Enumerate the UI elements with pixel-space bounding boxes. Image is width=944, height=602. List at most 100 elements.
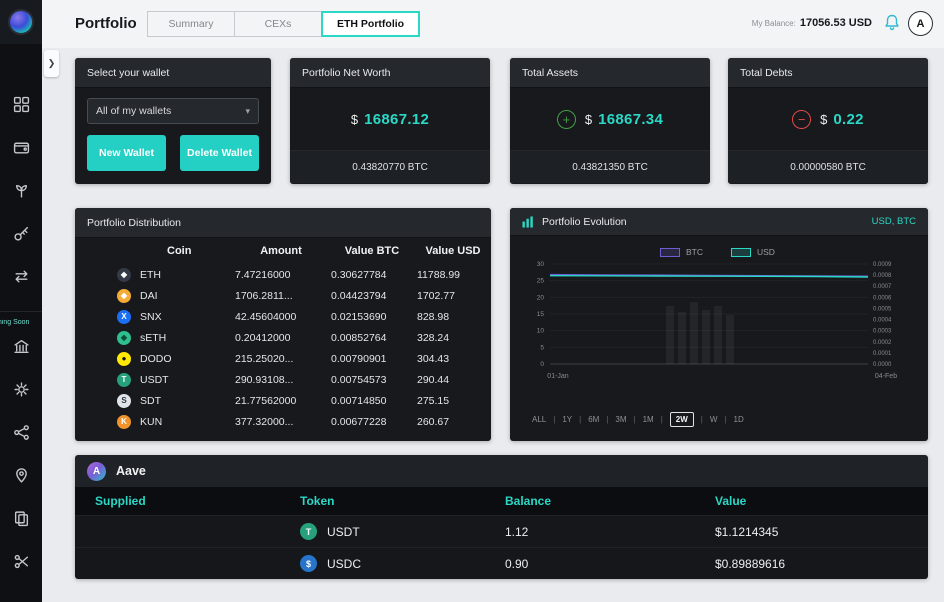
- coin-cell: K KUN: [75, 414, 233, 429]
- swap-icon[interactable]: [13, 268, 30, 285]
- key-icon[interactable]: [13, 225, 30, 242]
- range-separator: |: [660, 415, 663, 424]
- coin-value-usd: 290.44: [417, 373, 450, 386]
- chevron-right-icon: ❯: [47, 58, 56, 68]
- svg-text:0.0000: 0.0000: [873, 362, 892, 368]
- network-icon[interactable]: [13, 424, 30, 441]
- col-value-usd: Value USD: [425, 245, 481, 257]
- bar-chart-icon: [522, 215, 534, 228]
- chevron-down-icon: ▾: [245, 105, 250, 116]
- svg-text:0.0007: 0.0007: [873, 284, 892, 290]
- legend-item-btc[interactable]: BTC: [660, 247, 703, 257]
- range-separator: |: [553, 415, 556, 424]
- col-balance: Balance: [505, 494, 552, 508]
- earn-icon[interactable]: [13, 182, 30, 199]
- delete-wallet-button[interactable]: Delete Wallet: [180, 135, 259, 171]
- notifications-bell-icon[interactable]: [882, 13, 902, 33]
- col-coin: Coin: [167, 245, 192, 257]
- svg-text:0.0006: 0.0006: [873, 295, 892, 301]
- gear-icon[interactable]: [13, 381, 30, 398]
- coin-name: sETH: [140, 331, 167, 344]
- range-2w[interactable]: 2W: [669, 412, 694, 427]
- my-balance: My Balance: 17056.53 USD: [752, 17, 872, 29]
- legend-label: USD: [757, 247, 775, 257]
- total-assets-title: Total Assets: [510, 58, 710, 88]
- total-debts-btc: 0.00000580 BTC: [728, 150, 928, 183]
- coin-value-usd: 11788.99: [417, 268, 461, 281]
- svg-text:15: 15: [537, 311, 545, 318]
- col-amount: Amount: [260, 245, 302, 257]
- avatar-letter: A: [916, 17, 925, 30]
- token-balance: 0.90: [505, 556, 529, 571]
- token-value: $1.1214345: [715, 524, 779, 539]
- range-1y[interactable]: 1Y: [562, 415, 572, 424]
- new-wallet-button[interactable]: New Wallet: [87, 135, 166, 171]
- range-separator: |: [606, 415, 609, 424]
- token-name: USDT: [327, 524, 360, 539]
- scissors-icon[interactable]: [13, 553, 30, 570]
- coin-amount: 7.47216000: [235, 268, 291, 281]
- tab-summary[interactable]: Summary: [147, 11, 235, 37]
- aave-name: Aave: [116, 464, 146, 478]
- wallet-card: Select your wallet All of my wallets ▾ N…: [75, 58, 271, 184]
- svg-text:0.0003: 0.0003: [873, 329, 892, 335]
- coin-icon: T: [117, 372, 131, 387]
- coin-value-usd: 1702.77: [417, 289, 455, 302]
- coin-value-btc: 0.02153690: [331, 310, 387, 323]
- wallet-icon[interactable]: [13, 139, 30, 156]
- svg-text:20: 20: [537, 294, 545, 301]
- coin-cell: ◆ sETH: [75, 330, 233, 345]
- svg-text:01-Jan: 01-Jan: [547, 373, 569, 380]
- aave-row: $ USDC 0.90 $0.89889616: [75, 547, 928, 579]
- minus-circle-icon: −: [792, 109, 812, 129]
- coin-icon: K: [117, 414, 131, 429]
- currency-symbol: $: [584, 111, 593, 127]
- page-title: Portfolio: [75, 15, 137, 32]
- app-logo-box[interactable]: [0, 0, 42, 44]
- range-1m[interactable]: 1M: [643, 415, 654, 424]
- distribution-row: ● DODO 215.25020... 0.00790901 304.43: [75, 348, 491, 369]
- aave-header: A Aave: [75, 455, 928, 487]
- coin-name: SNX: [140, 310, 162, 323]
- coin-value-btc: 0.00852764: [331, 331, 387, 344]
- total-debts-card: Total Debts − $ 0.22 0.00000580 BTC: [728, 58, 928, 184]
- svg-text:10: 10: [537, 328, 545, 335]
- col-value-btc: Value BTC: [344, 245, 400, 257]
- watermark-bars: [666, 302, 734, 364]
- legend-item-usd[interactable]: USD: [731, 247, 775, 257]
- coin-value-usd: 304.43: [417, 352, 450, 365]
- coin-cell: X SNX: [75, 309, 233, 324]
- user-avatar[interactable]: A: [908, 11, 933, 36]
- token-icon: T: [300, 523, 317, 540]
- bank-icon[interactable]: [13, 338, 30, 355]
- location-icon[interactable]: [13, 467, 30, 484]
- coin-cell: ◆ DAI: [75, 288, 233, 303]
- portfolio-distribution-card: Portfolio Distribution Coin Amount Value…: [75, 208, 491, 441]
- coin-name: ETH: [140, 268, 161, 281]
- coin-name: DAI: [140, 289, 158, 302]
- range-all[interactable]: ALL: [532, 415, 546, 424]
- distribution-header-row: Coin Amount Value BTC Value USD: [75, 238, 491, 264]
- coin-amount: 215.25020...: [235, 352, 294, 365]
- range-w[interactable]: W: [710, 415, 718, 424]
- sidebar-expand-button[interactable]: ❯: [44, 50, 59, 77]
- range-6m[interactable]: 6M: [588, 415, 599, 424]
- range-separator: |: [579, 415, 582, 424]
- svg-text:0.0001: 0.0001: [873, 351, 892, 357]
- dashboard-icon[interactable]: [13, 96, 30, 113]
- tab-cexs[interactable]: CEXs: [234, 11, 322, 37]
- coin-value-btc: 0.00790901: [331, 352, 387, 365]
- distribution-table-body: ◆ ETH 7.47216000 0.30627784 11788.99 ◆ DAI 1706…: [75, 264, 491, 432]
- distribution-row: T USDT 290.93108... 0.00754573 290.44: [75, 369, 491, 390]
- wallet-select[interactable]: All of my wallets ▾: [87, 98, 259, 124]
- svg-text:0: 0: [540, 361, 544, 368]
- coin-cell: ● DODO: [75, 351, 233, 366]
- files-icon[interactable]: [13, 510, 30, 527]
- range-1d[interactable]: 1D: [734, 415, 744, 424]
- legend-label: BTC: [686, 247, 703, 257]
- range-3m[interactable]: 3M: [615, 415, 626, 424]
- coin-icon: X: [117, 309, 131, 324]
- token-value: $0.89889616: [715, 556, 786, 571]
- coin-name: KUN: [140, 415, 163, 428]
- tab-eth-portfolio[interactable]: ETH Portfolio: [321, 11, 421, 37]
